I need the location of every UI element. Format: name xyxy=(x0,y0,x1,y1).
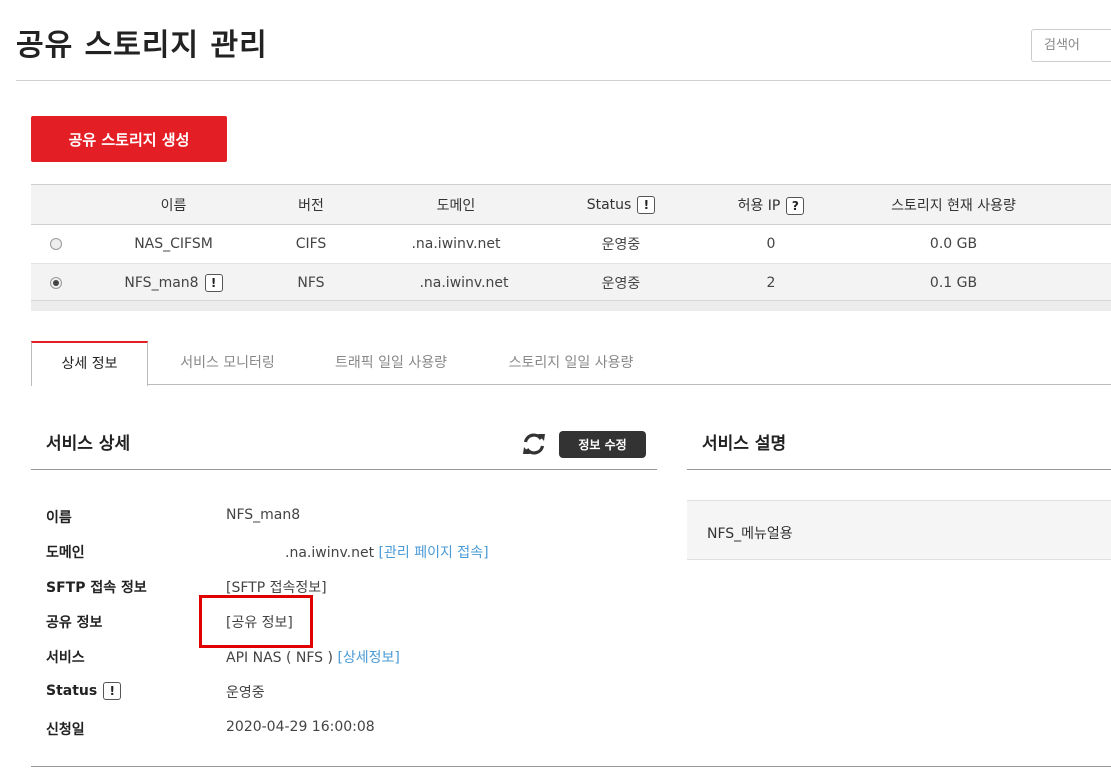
service-description-box: NFS_메뉴얼용 xyxy=(687,500,1111,560)
row-extra xyxy=(1051,264,1111,303)
row-radio[interactable] xyxy=(50,277,62,289)
admin-page-link[interactable]: [관리 페이지 접속] xyxy=(379,545,489,561)
row-radio-cell xyxy=(31,264,81,303)
detail-label-applied: 신청일 xyxy=(46,722,85,738)
row-usage: 0.0 GB xyxy=(929,236,978,252)
detail-value-service: API NAS ( NFS ) xyxy=(226,650,333,666)
tab-storage-daily-usage[interactable]: 스토리지 일일 사용량 xyxy=(496,341,646,385)
storage-table: 이름 버전 도메인 Status! 허용 IP? 스토리지 현재 사용량 NAS… xyxy=(31,184,1111,303)
detail-value-domain-row: .na.iwinv.net [관리 페이지 접속] xyxy=(285,542,489,562)
service-description-rule xyxy=(687,469,1111,470)
detail-value-service-row: API NAS ( NFS ) [상세정보] xyxy=(226,647,400,667)
title-divider xyxy=(16,80,1111,81)
column-header-domain: 도메인 xyxy=(436,197,476,214)
column-header-version: 버전 xyxy=(298,197,324,214)
row-name: NAS_CIFSM xyxy=(134,236,213,252)
row-radio[interactable] xyxy=(50,238,62,250)
column-header-allowed-ip: 허용 IP? xyxy=(686,185,856,225)
service-detail-title: 서비스 상세 xyxy=(46,434,131,454)
detail-label-service: 서비스 xyxy=(46,650,85,666)
column-header-ip-label: 허용 IP xyxy=(737,197,781,214)
table-row[interactable]: NFS_man8! NFS .na.iwinv.net 운영중 2 0.1 GB xyxy=(31,263,1111,303)
row-name-alert-icon[interactable]: ! xyxy=(204,274,223,292)
column-header-status: Status! xyxy=(556,185,686,225)
service-description-text: NFS_메뉴얼용 xyxy=(707,526,793,542)
table-footer-bar xyxy=(31,300,1111,311)
detail-label-domain: 도메인 xyxy=(46,545,85,561)
detail-label-name: 이름 xyxy=(46,510,72,526)
column-header-select xyxy=(31,185,81,225)
detail-label-share: 공유 정보 xyxy=(46,615,103,631)
ip-help-icon[interactable]: ? xyxy=(786,196,805,215)
page-title: 공유 스토리지 관리 xyxy=(16,28,268,63)
column-header-status-label: Status xyxy=(586,196,632,213)
row-name: NFS_man8! xyxy=(81,264,266,303)
row-domain: .na.iwinv.net xyxy=(411,236,501,252)
refresh-icon[interactable] xyxy=(520,430,548,458)
sftp-info-link[interactable]: [SFTP 접속정보] xyxy=(226,577,327,597)
row-version: CIFS xyxy=(295,236,327,252)
table-row[interactable]: NAS_CIFSM CIFS .na.iwinv.net 운영중 0 0.0 G… xyxy=(31,225,1111,264)
service-description-title: 서비스 설명 xyxy=(702,434,787,454)
service-detail-link[interactable]: [상세정보] xyxy=(337,650,399,666)
row-status: 운영중 xyxy=(601,237,641,253)
row-usage: 0.1 GB xyxy=(929,275,978,291)
detail-value-domain: .na.iwinv.net xyxy=(285,545,375,561)
row-name-text: NFS_man8 xyxy=(124,275,199,291)
detail-value-name: NFS_man8 xyxy=(226,507,301,523)
edit-info-button[interactable]: 정보 수정 xyxy=(559,431,646,458)
search-input[interactable] xyxy=(1031,29,1111,62)
table-header-row: 이름 버전 도메인 Status! 허용 IP? 스토리지 현재 사용량 xyxy=(31,184,1111,225)
row-allowed-ip[interactable]: 0 xyxy=(686,225,856,264)
bottom-rule xyxy=(31,766,1111,767)
column-header-name: 이름 xyxy=(160,197,187,214)
detail-label-status: Status! xyxy=(46,682,122,700)
row-radio-cell xyxy=(31,225,81,264)
column-header-extra xyxy=(1051,185,1111,225)
detail-value-applied: 2020-04-29 16:00:08 xyxy=(226,719,375,735)
tab-detail-info[interactable]: 상세 정보 xyxy=(31,341,148,386)
status-alert-icon[interactable]: ! xyxy=(103,682,122,700)
tab-traffic-daily-usage[interactable]: 트래픽 일일 사용량 xyxy=(321,341,461,385)
create-storage-button[interactable]: 공유 스토리지 생성 xyxy=(31,116,227,162)
row-domain: .na.iwinv.net xyxy=(419,275,509,291)
detail-tabs: 상세 정보 서비스 모니터링 트래픽 일일 사용량 스토리지 일일 사용량 xyxy=(31,341,1111,386)
row-allowed-ip[interactable]: 2 xyxy=(686,264,856,303)
row-extra xyxy=(1051,225,1111,264)
column-header-usage: 스토리지 현재 사용량 xyxy=(891,197,1016,214)
detail-value-status: 운영중 xyxy=(226,685,265,701)
row-status: 운영중 xyxy=(601,276,641,292)
share-info-highlight xyxy=(199,595,313,648)
detail-label-sftp: SFTP 접속 정보 xyxy=(46,580,147,596)
status-info-icon[interactable]: ! xyxy=(637,195,656,214)
row-version: NFS xyxy=(297,275,325,291)
service-detail-rule xyxy=(31,469,657,470)
tab-service-monitoring[interactable]: 서비스 모니터링 xyxy=(161,341,294,385)
detail-label-status-text: Status xyxy=(46,683,98,699)
